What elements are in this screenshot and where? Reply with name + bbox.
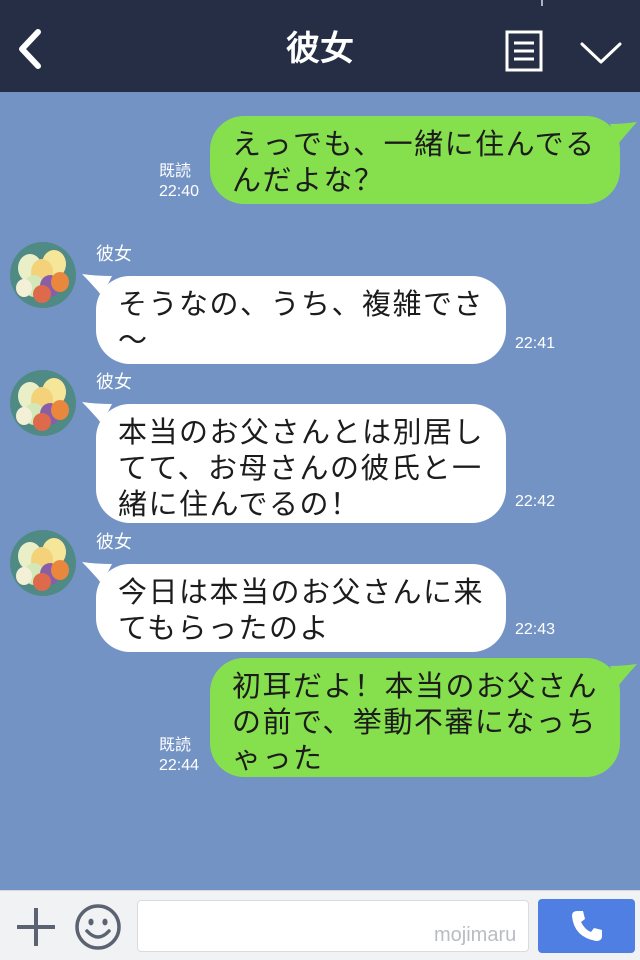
message-meta: 既読 22:40 [159,162,199,202]
phone-icon [572,911,602,941]
message-time: 22:41 [515,335,556,352]
message-input-field[interactable] [137,900,529,952]
message-time: 22:44 [159,757,200,774]
input-bar [0,890,640,960]
message-text: えっでも、一緒に住んでる んだよな？ [232,127,596,197]
message-text: 本当のお父さんとは別居し てて、お母さんの彼氏と一 緒に住んでるの！ [118,415,485,521]
sender-name: 彼女 [96,532,132,553]
message-bubble[interactable]: そうなの、うち、複雑でさ 〜 [96,276,506,364]
read-receipt: 既読 [159,163,192,180]
chat-area[interactable]: 既読 22:40 えっでも、一緒に住んでる んだよな？ 彼女 そうなの、うち、複… [0,92,640,890]
plus-icon [17,908,55,946]
emoji-button[interactable] [74,903,122,951]
status-bar-mark [541,0,543,6]
balloons-avatar-icon [10,242,76,308]
sender-name: 彼女 [96,372,132,393]
avatar[interactable] [10,370,76,436]
collapse-button[interactable] [578,36,624,70]
chevron-left-icon [19,29,41,69]
avatar[interactable] [10,530,76,596]
message-bubble[interactable]: 今日は本当のお父さんに来 てもらったのよ [96,564,506,652]
message-text: 今日は本当のお父さんに来 てもらったのよ [118,575,485,645]
message-text: 初耳だよ！本当のお父さん の前で、挙動不審になっち ゃった [232,669,599,775]
message-bubble[interactable]: 初耳だよ！本当のお父さん の前で、挙動不審になっち ゃった [210,658,620,777]
message-time: 22:43 [515,621,556,638]
message-input[interactable] [138,901,528,951]
back-button[interactable] [10,24,50,74]
chevron-down-icon [580,42,622,64]
message-bubble[interactable]: 本当のお父さんとは別居し てて、お母さんの彼氏と一 緒に住んでるの！ [96,404,506,523]
notes-button[interactable] [505,30,543,72]
bubble-tail [610,664,637,686]
balloons-avatar-icon [10,370,76,436]
balloons-avatar-icon [10,530,76,596]
message-bubble[interactable]: えっでも、一緒に住んでる んだよな？ [210,116,620,204]
call-button[interactable] [538,899,635,953]
message-text: そうなの、うち、複雑でさ 〜 [118,287,485,357]
read-receipt: 既読 [159,737,192,754]
chat-title: 彼女 [286,29,354,69]
message-time: 22:40 [159,183,200,200]
chat-header: 彼女 [0,0,640,92]
smiley-icon [75,904,121,950]
message-time: 22:42 [515,493,556,510]
add-button[interactable] [14,905,58,949]
message-meta: 既読 22:44 [159,736,199,776]
bubble-tail [610,122,637,144]
notes-icon [505,30,543,72]
sender-name: 彼女 [96,244,132,265]
avatar[interactable] [10,242,76,308]
